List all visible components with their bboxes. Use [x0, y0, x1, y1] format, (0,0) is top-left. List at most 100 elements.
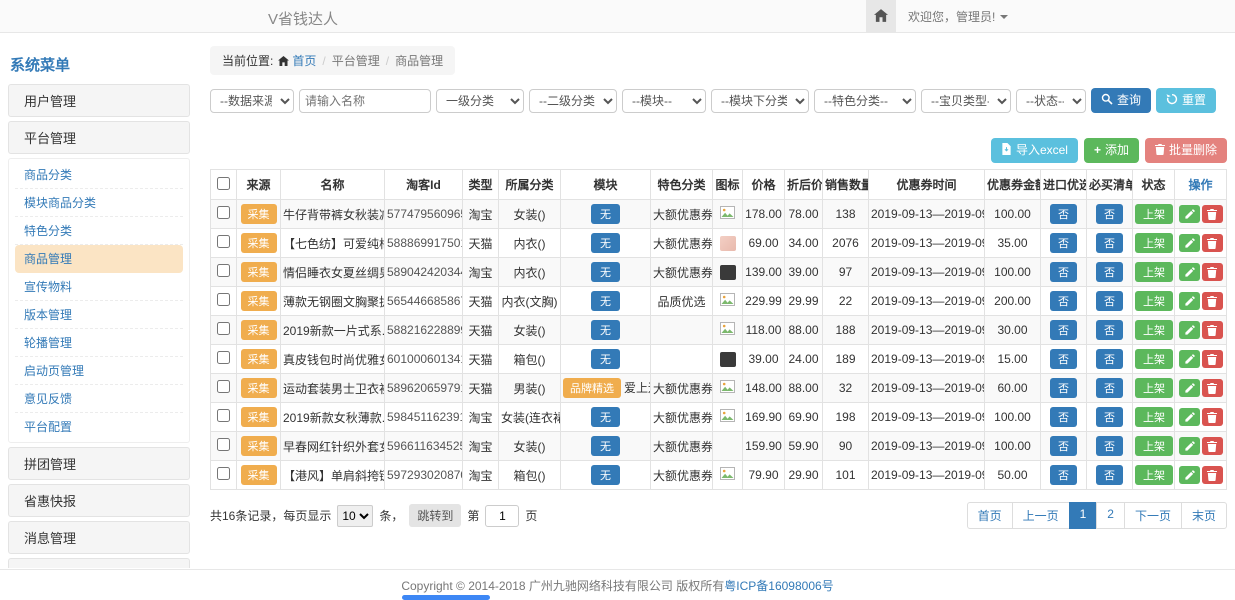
edit-button[interactable]: [1179, 408, 1200, 426]
edit-button[interactable]: [1179, 234, 1200, 252]
data-source-select[interactable]: --数据来源--: [210, 89, 294, 113]
status-toggle[interactable]: 上架: [1135, 465, 1173, 485]
sidebar-item-module-goods-category[interactable]: 模块商品分类: [15, 189, 183, 217]
level2-category-select[interactable]: --二级分类--: [529, 89, 617, 113]
edit-button[interactable]: [1179, 466, 1200, 484]
module-subcategory-select[interactable]: --模块下分类--: [711, 89, 809, 113]
sidebar-item-platform-config[interactable]: 平台配置: [15, 413, 183, 440]
pager-first[interactable]: 首页: [967, 502, 1013, 529]
query-button[interactable]: 查询: [1091, 88, 1151, 113]
row-checkbox[interactable]: [217, 206, 230, 219]
status-toggle[interactable]: 上架: [1135, 320, 1173, 340]
sidebar-item-splash-page-management[interactable]: 启动页管理: [15, 357, 183, 385]
edit-button[interactable]: [1179, 263, 1200, 281]
import-optional-toggle[interactable]: 否: [1050, 436, 1077, 456]
delete-button[interactable]: [1202, 350, 1223, 368]
sidebar-item-feature-category[interactable]: 特色分类: [15, 217, 183, 245]
must-buy-toggle[interactable]: 否: [1096, 291, 1123, 311]
icp-link[interactable]: 粤ICP备16098006号: [724, 577, 833, 594]
row-checkbox[interactable]: [217, 293, 230, 306]
item-type-select[interactable]: --宝贝类型--: [921, 89, 1011, 113]
delete-button[interactable]: [1202, 408, 1223, 426]
batch-delete-button[interactable]: 批量删除: [1145, 138, 1227, 163]
row-checkbox[interactable]: [217, 467, 230, 480]
import-optional-toggle[interactable]: 否: [1050, 378, 1077, 398]
reset-button[interactable]: 重置: [1156, 88, 1216, 113]
status-toggle[interactable]: 上架: [1135, 436, 1173, 456]
status-toggle[interactable]: 上架: [1135, 378, 1173, 398]
must-buy-toggle[interactable]: 否: [1096, 378, 1123, 398]
import-optional-toggle[interactable]: 否: [1050, 262, 1077, 282]
delete-button[interactable]: [1202, 379, 1223, 397]
module-select[interactable]: --模块--: [622, 89, 706, 113]
feature-category-select[interactable]: --特色分类--: [814, 89, 916, 113]
edit-button[interactable]: [1179, 205, 1200, 223]
must-buy-toggle[interactable]: 否: [1096, 465, 1123, 485]
sidebar-item-version-management[interactable]: 版本管理: [15, 301, 183, 329]
sidebar-item-order-management[interactable]: 订单管理: [8, 558, 190, 568]
must-buy-toggle[interactable]: 否: [1096, 349, 1123, 369]
delete-button[interactable]: [1202, 292, 1223, 310]
sidebar-item-carousel-management[interactable]: 轮播管理: [15, 329, 183, 357]
delete-button[interactable]: [1202, 205, 1223, 223]
home-button[interactable]: [866, 0, 896, 33]
import-optional-toggle[interactable]: 否: [1050, 320, 1077, 340]
sidebar-item-groupon-management[interactable]: 拼团管理: [8, 447, 190, 480]
horizontal-scrollbar-thumb[interactable]: [402, 595, 490, 600]
edit-button[interactable]: [1179, 437, 1200, 455]
edit-button[interactable]: [1179, 292, 1200, 310]
pager-last[interactable]: 末页: [1181, 502, 1227, 529]
must-buy-toggle[interactable]: 否: [1096, 320, 1123, 340]
row-checkbox[interactable]: [217, 351, 230, 364]
pager-next[interactable]: 下一页: [1124, 502, 1182, 529]
user-menu[interactable]: 欢迎您，管理员!: [908, 8, 1008, 25]
row-checkbox[interactable]: [217, 380, 230, 393]
must-buy-toggle[interactable]: 否: [1096, 233, 1123, 253]
per-page-select[interactable]: 10: [337, 505, 373, 527]
edit-button[interactable]: [1179, 350, 1200, 368]
import-optional-toggle[interactable]: 否: [1050, 204, 1077, 224]
must-buy-toggle[interactable]: 否: [1096, 204, 1123, 224]
import-excel-button[interactable]: 导入excel: [991, 138, 1078, 163]
sidebar-item-saving-news[interactable]: 省惠快报: [8, 484, 190, 517]
import-optional-toggle[interactable]: 否: [1050, 349, 1077, 369]
sidebar-item-promo-materials[interactable]: 宣传物料: [15, 273, 183, 301]
pager-page-1[interactable]: 1: [1069, 502, 1098, 529]
import-optional-toggle[interactable]: 否: [1050, 407, 1077, 427]
sidebar-item-platform-management[interactable]: 平台管理: [8, 121, 190, 154]
status-toggle[interactable]: 上架: [1135, 233, 1173, 253]
sidebar-item-user-management[interactable]: 用户管理: [8, 84, 190, 117]
row-checkbox[interactable]: [217, 322, 230, 335]
status-toggle[interactable]: 上架: [1135, 262, 1173, 282]
row-checkbox[interactable]: [217, 235, 230, 248]
page-number-input[interactable]: [485, 505, 519, 527]
delete-button[interactable]: [1202, 234, 1223, 252]
breadcrumb-home-link[interactable]: 首页: [292, 54, 316, 68]
edit-button[interactable]: [1179, 379, 1200, 397]
delete-button[interactable]: [1202, 466, 1223, 484]
sidebar-item-message-management[interactable]: 消息管理: [8, 521, 190, 554]
sidebar-item-feedback[interactable]: 意见反馈: [15, 385, 183, 413]
jump-button[interactable]: 跳转到: [409, 504, 461, 527]
status-toggle[interactable]: 上架: [1135, 291, 1173, 311]
status-toggle[interactable]: 上架: [1135, 407, 1173, 427]
select-all-checkbox[interactable]: [217, 177, 230, 190]
row-checkbox[interactable]: [217, 409, 230, 422]
row-checkbox[interactable]: [217, 264, 230, 277]
delete-button[interactable]: [1202, 437, 1223, 455]
name-input[interactable]: [299, 89, 431, 113]
pager-page-2[interactable]: 2: [1096, 502, 1125, 529]
row-checkbox[interactable]: [217, 438, 230, 451]
status-select[interactable]: --状态--: [1016, 89, 1086, 113]
status-toggle[interactable]: 上架: [1135, 204, 1173, 224]
must-buy-toggle[interactable]: 否: [1096, 407, 1123, 427]
import-optional-toggle[interactable]: 否: [1050, 291, 1077, 311]
level1-category-select[interactable]: 一级分类: [436, 89, 524, 113]
edit-button[interactable]: [1179, 321, 1200, 339]
add-button[interactable]: + 添加: [1084, 138, 1139, 163]
import-optional-toggle[interactable]: 否: [1050, 233, 1077, 253]
import-optional-toggle[interactable]: 否: [1050, 465, 1077, 485]
status-toggle[interactable]: 上架: [1135, 349, 1173, 369]
sidebar-item-goods-management[interactable]: 商品管理: [15, 245, 183, 273]
must-buy-toggle[interactable]: 否: [1096, 436, 1123, 456]
